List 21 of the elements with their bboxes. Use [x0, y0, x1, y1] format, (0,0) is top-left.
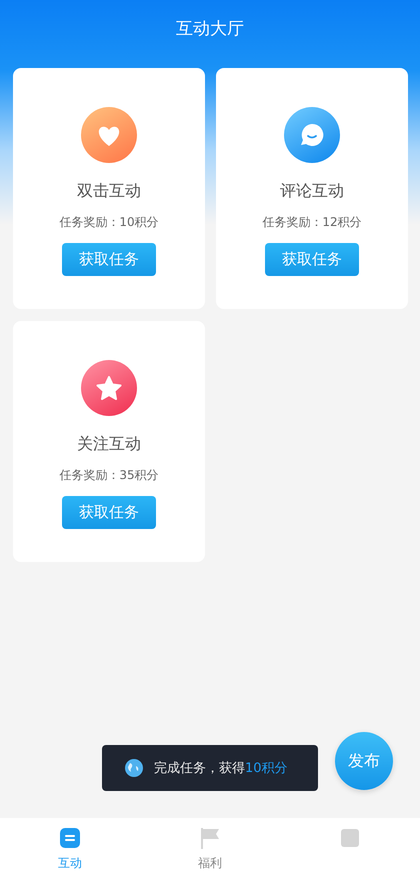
task-reward: 任务奖励：10积分 [59, 214, 159, 231]
page-title: 互动大厅 [176, 18, 244, 40]
publish-button[interactable]: 发布 [335, 732, 393, 790]
chat-box-icon [59, 827, 81, 849]
tab-item[interactable]: 互动 [0, 818, 140, 878]
globe-icon [124, 758, 144, 778]
toast-message: 完成任务，获得10积分 [154, 760, 288, 777]
get-task-button[interactable]: 获取任务 [62, 243, 156, 276]
tab-label: 互动 [58, 855, 82, 872]
tab-item[interactable]: 福利 [140, 818, 280, 878]
task-reward: 任务奖励：35积分 [59, 467, 159, 484]
task-title: 评论互动 [280, 181, 344, 202]
task-title: 关注互动 [77, 434, 141, 455]
task-reward: 任务奖励：12积分 [262, 214, 362, 231]
box-icon [339, 827, 361, 849]
get-task-button[interactable]: 获取任务 [62, 496, 156, 529]
task-title: 双击互动 [77, 181, 141, 202]
tab-label: 福利 [198, 855, 222, 872]
chat-bubble-icon [284, 107, 340, 163]
get-task-button[interactable]: 获取任务 [265, 243, 359, 276]
flag-icon [199, 827, 221, 849]
